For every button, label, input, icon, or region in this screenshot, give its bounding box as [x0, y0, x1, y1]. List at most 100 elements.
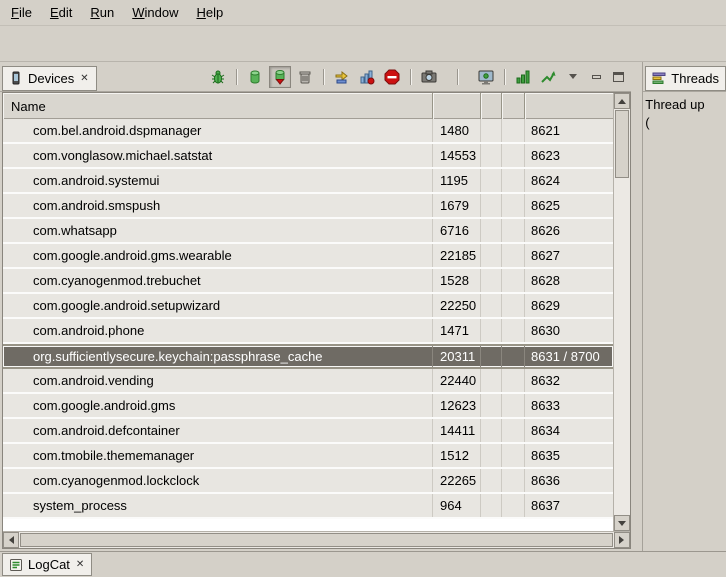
- table-row[interactable]: com.android.defcontainer144118634: [3, 419, 613, 444]
- screen-record-icon[interactable]: [475, 66, 497, 88]
- pid-cell: 964: [433, 494, 481, 517]
- table-row[interactable]: com.google.android.setupwizard222508629: [3, 294, 613, 319]
- main-area: Devices ✕: [0, 62, 726, 551]
- vertical-scrollbar-thumb[interactable]: [615, 110, 629, 178]
- table-row[interactable]: com.android.systemui11958624: [3, 169, 613, 194]
- table-row[interactable]: com.google.android.gms.wearable221858627: [3, 244, 613, 269]
- heap-cell: [502, 169, 525, 192]
- tab-threads-label: Threads: [671, 71, 719, 86]
- scroll-up-icon[interactable]: [614, 93, 630, 109]
- tab-logcat[interactable]: LogCat ✕: [2, 553, 92, 576]
- column-header-name[interactable]: Name: [3, 93, 433, 119]
- scroll-down-icon[interactable]: [614, 515, 630, 531]
- table-row[interactable]: com.cyanogenmod.trebuchet15288628: [3, 269, 613, 294]
- close-icon[interactable]: ✕: [75, 559, 85, 570]
- process-name-cell: com.bel.android.dspmanager: [3, 119, 433, 142]
- menu-item-edit[interactable]: Edit: [41, 1, 81, 24]
- table-row[interactable]: com.cyanogenmod.lockclock222658636: [3, 469, 613, 494]
- status-cell: [481, 269, 502, 292]
- pid-cell: 1471: [433, 319, 481, 342]
- port-cell: 8629: [525, 294, 613, 317]
- table-row[interactable]: com.android.vending224408632: [3, 369, 613, 394]
- horizontal-scrollbar[interactable]: [3, 531, 630, 548]
- start-method-profiling-icon[interactable]: [356, 66, 378, 88]
- menu-item-run[interactable]: Run: [81, 1, 123, 24]
- menu-item-window[interactable]: Window: [123, 1, 187, 24]
- heap-cell: [502, 269, 525, 292]
- port-cell: 8628: [525, 269, 613, 292]
- port-cell: 8627: [525, 244, 613, 267]
- port-cell: 8626: [525, 219, 613, 242]
- port-cell: 8630: [525, 319, 613, 342]
- port-cell: 8621: [525, 119, 613, 142]
- devices-table: Name com.bel.android.dspmanager14808621c…: [2, 92, 631, 549]
- vertical-scrollbar[interactable]: [613, 93, 630, 531]
- column-header-heap[interactable]: [502, 93, 525, 119]
- scroll-right-icon[interactable]: [614, 532, 630, 548]
- heap-cell: [502, 444, 525, 467]
- sysinfo-icon[interactable]: [512, 66, 534, 88]
- status-cell: [481, 469, 502, 492]
- maximize-icon[interactable]: [609, 68, 628, 86]
- column-header-port[interactable]: [525, 93, 613, 119]
- devices-tabbar: Devices ✕: [0, 62, 631, 92]
- vertical-scrollbar-track[interactable]: [614, 179, 630, 515]
- view-menu-icon[interactable]: [562, 66, 584, 88]
- table-row[interactable]: com.vonglasow.michael.satstat145538623: [3, 144, 613, 169]
- process-name-cell: system_process: [3, 494, 433, 517]
- close-icon[interactable]: ✕: [79, 73, 89, 84]
- table-row[interactable]: com.android.smspush16798625: [3, 194, 613, 219]
- minimize-icon[interactable]: [587, 68, 606, 86]
- process-name-cell: org.sufficientlysecure.keychain:passphra…: [3, 346, 433, 367]
- horizontal-scrollbar-thumb[interactable]: [20, 533, 613, 547]
- update-threads-icon[interactable]: [331, 66, 353, 88]
- process-name-cell: com.android.vending: [3, 369, 433, 392]
- toolbar-separator: [236, 69, 237, 85]
- table-row[interactable]: com.google.android.gms126238633: [3, 394, 613, 419]
- tab-devices-label: Devices: [28, 71, 74, 86]
- dump-hprof-icon[interactable]: [269, 66, 291, 88]
- panel-sash[interactable]: [631, 62, 643, 551]
- process-name-cell: com.android.defcontainer: [3, 419, 433, 442]
- screen-capture-icon[interactable]: [418, 66, 440, 88]
- table-row[interactable]: com.bel.android.dspmanager1480 8621: [3, 119, 613, 144]
- heap-cell: [502, 144, 525, 167]
- column-header-status[interactable]: [481, 93, 502, 119]
- status-cell: [481, 444, 502, 467]
- tab-threads[interactable]: Threads: [645, 66, 726, 91]
- menubar: FileEditRunWindowHelp: [0, 0, 726, 26]
- table-row[interactable]: com.tmobile.thememanager15128635: [3, 444, 613, 469]
- status-cell: [481, 194, 502, 217]
- port-cell: 8624: [525, 169, 613, 192]
- toolbar-separator: [323, 69, 324, 85]
- table-row[interactable]: org.sufficientlysecure.keychain:passphra…: [3, 344, 613, 369]
- tab-logcat-label: LogCat: [28, 557, 70, 572]
- pid-cell: 14553: [433, 144, 481, 167]
- table-row[interactable]: com.android.phone1471 8630: [3, 319, 613, 344]
- heap-cell: [502, 294, 525, 317]
- threads-tabbar: Threads: [643, 62, 726, 92]
- device-table-body: com.bel.android.dspmanager1480 8621com.vo…: [3, 119, 613, 531]
- scroll-left-icon[interactable]: [3, 532, 19, 548]
- debug-process-icon[interactable]: [207, 66, 229, 88]
- pid-cell: 1480: [433, 119, 481, 142]
- menu-item-file[interactable]: File: [2, 1, 41, 24]
- table-row[interactable]: system_process964 8637: [3, 494, 613, 519]
- process-name-cell: com.android.phone: [3, 319, 433, 342]
- update-heap-icon[interactable]: [244, 66, 266, 88]
- tab-devices[interactable]: Devices ✕: [2, 66, 97, 91]
- port-cell: 8637: [525, 494, 613, 517]
- stop-process-icon[interactable]: [381, 66, 403, 88]
- status-cell: [481, 144, 502, 167]
- table-row[interactable]: com.whatsapp67168626: [3, 219, 613, 244]
- cause-gc-icon[interactable]: [294, 66, 316, 88]
- menu-item-help[interactable]: Help: [187, 1, 232, 24]
- hierarchy-view-icon[interactable]: [537, 66, 559, 88]
- column-header-pid[interactable]: [433, 93, 481, 119]
- pid-cell: 22250: [433, 294, 481, 317]
- status-cell: [481, 169, 502, 192]
- process-name-cell: com.tmobile.thememanager: [3, 444, 433, 467]
- threads-content: Thread up (: [643, 92, 726, 551]
- pid-cell: 1512: [433, 444, 481, 467]
- heap-cell: [502, 244, 525, 267]
